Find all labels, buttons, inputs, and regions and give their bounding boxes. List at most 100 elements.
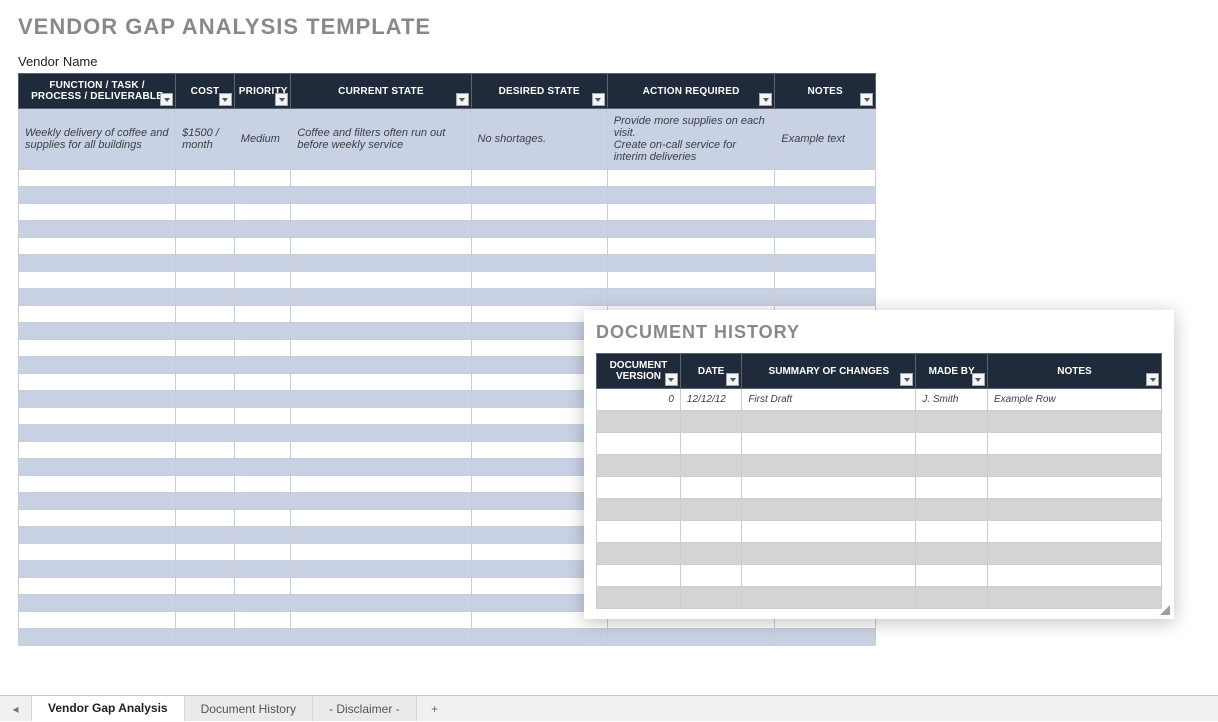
- table-cell[interactable]: [987, 455, 1161, 477]
- table-cell[interactable]: [234, 425, 291, 442]
- table-cell[interactable]: [597, 543, 681, 565]
- table-cell[interactable]: [607, 238, 775, 255]
- table-cell[interactable]: [19, 459, 176, 476]
- table-cell[interactable]: [176, 170, 235, 187]
- table-cell[interactable]: [916, 543, 988, 565]
- table-cell[interactable]: Weekly delivery of coffee and supplies f…: [19, 109, 176, 170]
- table-cell[interactable]: [234, 323, 291, 340]
- table-cell[interactable]: [19, 170, 176, 187]
- table-cell[interactable]: [176, 374, 235, 391]
- table-cell[interactable]: [19, 493, 176, 510]
- table-cell[interactable]: [176, 357, 235, 374]
- table-cell[interactable]: [742, 521, 916, 543]
- table-cell[interactable]: [291, 272, 471, 289]
- table-cell[interactable]: [916, 587, 988, 609]
- table-cell[interactable]: [234, 272, 291, 289]
- table-cell[interactable]: [291, 476, 471, 493]
- table-cell[interactable]: [291, 221, 471, 238]
- filter-dropdown-icon[interactable]: [860, 93, 873, 106]
- table-cell[interactable]: [291, 238, 471, 255]
- table-cell[interactable]: [19, 629, 176, 646]
- table-cell[interactable]: [234, 442, 291, 459]
- table-cell[interactable]: [471, 272, 607, 289]
- table-cell[interactable]: [234, 408, 291, 425]
- filter-dropdown-icon[interactable]: [275, 93, 288, 106]
- table-cell[interactable]: [775, 629, 876, 646]
- table-cell[interactable]: [19, 595, 176, 612]
- table-cell[interactable]: Provide more supplies on each visit. Cre…: [607, 109, 775, 170]
- table-cell[interactable]: [775, 289, 876, 306]
- table-cell[interactable]: [597, 433, 681, 455]
- table-cell[interactable]: [176, 340, 235, 357]
- table-cell[interactable]: [291, 527, 471, 544]
- table-cell[interactable]: [775, 187, 876, 204]
- filter-dropdown-icon[interactable]: [972, 373, 985, 386]
- table-cell[interactable]: [176, 306, 235, 323]
- table-cell[interactable]: [234, 544, 291, 561]
- filter-dropdown-icon[interactable]: [900, 373, 913, 386]
- table-cell[interactable]: [607, 187, 775, 204]
- table-cell[interactable]: [987, 411, 1161, 433]
- table-cell[interactable]: [234, 238, 291, 255]
- table-cell[interactable]: [291, 459, 471, 476]
- table-cell[interactable]: [742, 433, 916, 455]
- tab-nav-prev-icon[interactable]: ◂: [0, 696, 32, 721]
- table-cell[interactable]: [742, 565, 916, 587]
- table-cell[interactable]: [19, 476, 176, 493]
- table-cell[interactable]: [234, 476, 291, 493]
- table-cell[interactable]: [176, 527, 235, 544]
- table-cell[interactable]: [176, 459, 235, 476]
- table-cell[interactable]: [597, 521, 681, 543]
- table-cell[interactable]: [19, 425, 176, 442]
- table-cell[interactable]: [234, 357, 291, 374]
- table-cell[interactable]: 12/12/12: [680, 389, 741, 411]
- table-cell[interactable]: [680, 587, 741, 609]
- table-cell[interactable]: [471, 289, 607, 306]
- table-cell[interactable]: Coffee and filters often run out before …: [291, 109, 471, 170]
- table-cell[interactable]: [176, 187, 235, 204]
- table-cell[interactable]: [234, 459, 291, 476]
- table-cell[interactable]: [19, 204, 176, 221]
- table-cell[interactable]: [680, 455, 741, 477]
- table-cell[interactable]: [234, 340, 291, 357]
- table-cell[interactable]: [775, 204, 876, 221]
- table-cell[interactable]: [916, 521, 988, 543]
- table-cell[interactable]: [291, 578, 471, 595]
- table-cell[interactable]: [291, 629, 471, 646]
- table-cell[interactable]: [234, 527, 291, 544]
- table-cell[interactable]: [607, 255, 775, 272]
- table-cell[interactable]: [176, 272, 235, 289]
- table-cell[interactable]: [19, 357, 176, 374]
- sheet-tab[interactable]: Document History: [185, 696, 313, 721]
- table-cell[interactable]: [176, 255, 235, 272]
- table-cell[interactable]: [916, 433, 988, 455]
- table-cell[interactable]: Medium: [234, 109, 291, 170]
- table-cell[interactable]: [916, 455, 988, 477]
- table-cell[interactable]: [291, 289, 471, 306]
- table-cell[interactable]: [19, 442, 176, 459]
- table-cell[interactable]: [291, 187, 471, 204]
- table-cell[interactable]: [471, 221, 607, 238]
- table-cell[interactable]: [742, 477, 916, 499]
- table-cell[interactable]: [742, 499, 916, 521]
- filter-dropdown-icon[interactable]: [1146, 373, 1159, 386]
- filter-dropdown-icon[interactable]: [592, 93, 605, 106]
- table-cell[interactable]: [176, 476, 235, 493]
- filter-dropdown-icon[interactable]: [219, 93, 232, 106]
- table-cell[interactable]: [176, 442, 235, 459]
- table-cell[interactable]: Example text: [775, 109, 876, 170]
- table-cell[interactable]: [775, 221, 876, 238]
- sheet-tab[interactable]: Vendor Gap Analysis: [32, 696, 185, 722]
- table-cell[interactable]: [916, 411, 988, 433]
- table-cell[interactable]: [291, 544, 471, 561]
- table-cell[interactable]: [234, 612, 291, 629]
- table-cell[interactable]: First Draft: [742, 389, 916, 411]
- table-cell[interactable]: [19, 238, 176, 255]
- table-cell[interactable]: [987, 565, 1161, 587]
- table-cell[interactable]: No shortages.: [471, 109, 607, 170]
- table-cell[interactable]: [471, 187, 607, 204]
- table-cell[interactable]: [19, 578, 176, 595]
- table-cell[interactable]: [597, 565, 681, 587]
- table-cell[interactable]: [607, 272, 775, 289]
- table-cell[interactable]: [597, 455, 681, 477]
